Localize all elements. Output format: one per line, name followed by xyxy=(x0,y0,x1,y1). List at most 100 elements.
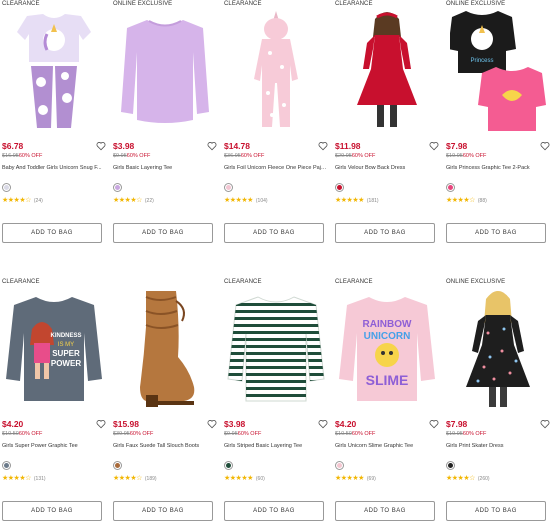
product-image[interactable] xyxy=(446,287,550,411)
product-name[interactable]: Girls Super Power Graphic Tee xyxy=(2,443,106,449)
color-swatch[interactable] xyxy=(335,461,344,470)
product-name[interactable]: Girls Unicorn Slime Graphic Tee xyxy=(335,443,439,449)
review-count: (104) xyxy=(255,198,268,204)
product-name[interactable]: Girls Velour Bow Back Dress xyxy=(335,165,439,171)
product-image[interactable] xyxy=(2,9,106,133)
stars-icon: ★★★★☆ xyxy=(446,197,475,204)
heart-icon[interactable] xyxy=(540,419,550,429)
product-image[interactable] xyxy=(224,9,328,133)
product-image[interactable] xyxy=(224,287,328,411)
add-to-bag-button[interactable]: ADD TO BAG xyxy=(113,223,213,243)
stars-icon: ★★★★☆ xyxy=(2,197,31,204)
color-swatch[interactable] xyxy=(113,183,122,192)
star-rating: ★★★★★ (60) xyxy=(224,474,265,482)
star-rating: ★★★★★ (69) xyxy=(335,474,376,482)
color-swatch[interactable] xyxy=(2,461,11,470)
add-to-bag-button[interactable]: ADD TO BAG xyxy=(335,223,435,243)
original-price-row: $36.9560% OFF xyxy=(224,153,264,159)
star-rating: ★★★★☆ (189) xyxy=(113,474,157,482)
discount-label: 60% OFF xyxy=(462,153,487,159)
product-name[interactable]: Girls Foil Unicorn Fleece One Piece Paja… xyxy=(224,165,328,171)
original-price: $19.95 xyxy=(446,153,463,159)
original-price: $36.95 xyxy=(224,153,241,159)
heart-icon[interactable] xyxy=(429,141,439,151)
color-swatch[interactable] xyxy=(335,183,344,192)
heart-icon[interactable] xyxy=(540,141,550,151)
stars-icon: ★★★★☆ xyxy=(446,475,475,482)
review-count: (131) xyxy=(33,476,46,482)
heart-icon[interactable] xyxy=(429,419,439,429)
product-image[interactable]: RAINBOW UNICORN SLIME xyxy=(335,287,439,411)
svg-text:Princess: Princess xyxy=(470,58,493,64)
discount-label: 60% OFF xyxy=(18,153,43,159)
stars-icon: ★★★★★ xyxy=(224,475,253,482)
product-name[interactable]: Girls Print Skater Dress xyxy=(446,443,550,449)
star-rating: ★★★★☆ (131) xyxy=(2,474,46,482)
original-price-row: $10.5060% OFF xyxy=(335,431,375,437)
star-rating: ★★★★☆ (22) xyxy=(113,196,154,204)
product-price: $15.98 xyxy=(113,419,139,429)
star-rating: ★★★★☆ (24) xyxy=(2,196,43,204)
original-price: $10.50 xyxy=(335,431,352,437)
heart-icon[interactable] xyxy=(207,141,217,151)
stars-icon: ★★★★★ xyxy=(335,475,364,482)
discount-label: 60% OFF xyxy=(126,153,151,159)
stars-icon: ★★★★★ xyxy=(335,197,364,204)
original-price: $9.95 xyxy=(113,153,127,159)
add-to-bag-button[interactable]: ADD TO BAG xyxy=(224,501,324,521)
product-name[interactable]: Girls Princess Graphic Tee 2-Pack xyxy=(446,165,550,171)
product-badge: CLEARANCE xyxy=(335,1,373,7)
svg-text:SLIME: SLIME xyxy=(366,372,409,388)
product-image[interactable] xyxy=(335,9,439,133)
add-to-bag-button[interactable]: ADD TO BAG xyxy=(2,223,102,243)
svg-text:UNICORN: UNICORN xyxy=(364,331,411,342)
heart-icon[interactable] xyxy=(318,419,328,429)
review-count: (189) xyxy=(144,476,157,482)
product-name[interactable]: Girls Basic Layering Tee xyxy=(113,165,217,171)
product-badge: CLEARANCE xyxy=(224,279,262,285)
color-swatch[interactable] xyxy=(2,183,11,192)
review-count: (260) xyxy=(477,476,490,482)
original-price-row: $29.9560% OFF xyxy=(335,153,375,159)
original-price: $10.50 xyxy=(2,431,19,437)
original-price: $19.95 xyxy=(446,431,463,437)
heart-icon[interactable] xyxy=(96,141,106,151)
heart-icon[interactable] xyxy=(207,419,217,429)
add-to-bag-button[interactable]: ADD TO BAG xyxy=(446,501,546,521)
add-to-bag-button[interactable]: ADD TO BAG xyxy=(446,223,546,243)
color-swatch[interactable] xyxy=(224,461,233,470)
original-price-row: $9.9560% OFF xyxy=(113,153,150,159)
review-count: (88) xyxy=(477,198,487,204)
product-image[interactable]: KINDNESS IS MY SUPER POWER xyxy=(2,287,106,411)
add-to-bag-button[interactable]: ADD TO BAG xyxy=(224,223,324,243)
product-image[interactable]: Princess xyxy=(446,9,550,133)
add-to-bag-button[interactable]: ADD TO BAG xyxy=(2,501,102,521)
product-price: $3.98 xyxy=(113,141,135,151)
original-price: $16.95 xyxy=(2,153,19,159)
stars-icon: ★★★★☆ xyxy=(113,197,142,204)
product-name[interactable]: Girls Striped Basic Layering Tee xyxy=(224,443,328,449)
color-swatch[interactable] xyxy=(113,461,122,470)
product-price: $7.98 xyxy=(446,419,468,429)
product-price: $7.98 xyxy=(446,141,468,151)
color-swatch[interactable] xyxy=(446,461,455,470)
color-swatch[interactable] xyxy=(224,183,233,192)
svg-text:SUPER: SUPER xyxy=(52,349,80,358)
add-to-bag-button[interactable]: ADD TO BAG xyxy=(335,501,435,521)
review-count: (60) xyxy=(255,476,265,482)
color-swatch[interactable] xyxy=(446,183,455,192)
heart-icon[interactable] xyxy=(96,419,106,429)
original-price-row: $9.9560% OFF xyxy=(224,431,261,437)
review-count: (24) xyxy=(33,198,43,204)
product-image[interactable] xyxy=(113,287,217,411)
product-name[interactable]: Baby And Toddler Girls Unicorn Snug F... xyxy=(2,165,106,171)
stars-icon: ★★★★★ xyxy=(224,197,253,204)
product-badge: CLEARANCE xyxy=(2,279,40,285)
product-image[interactable] xyxy=(113,9,217,133)
original-price: $9.95 xyxy=(224,431,238,437)
add-to-bag-button[interactable]: ADD TO BAG xyxy=(113,501,213,521)
product-badge: CLEARANCE xyxy=(224,1,262,7)
heart-icon[interactable] xyxy=(318,141,328,151)
product-name[interactable]: Girls Faux Suede Tall Slouch Boots xyxy=(113,443,217,449)
original-price-row: $16.9560% OFF xyxy=(2,153,42,159)
